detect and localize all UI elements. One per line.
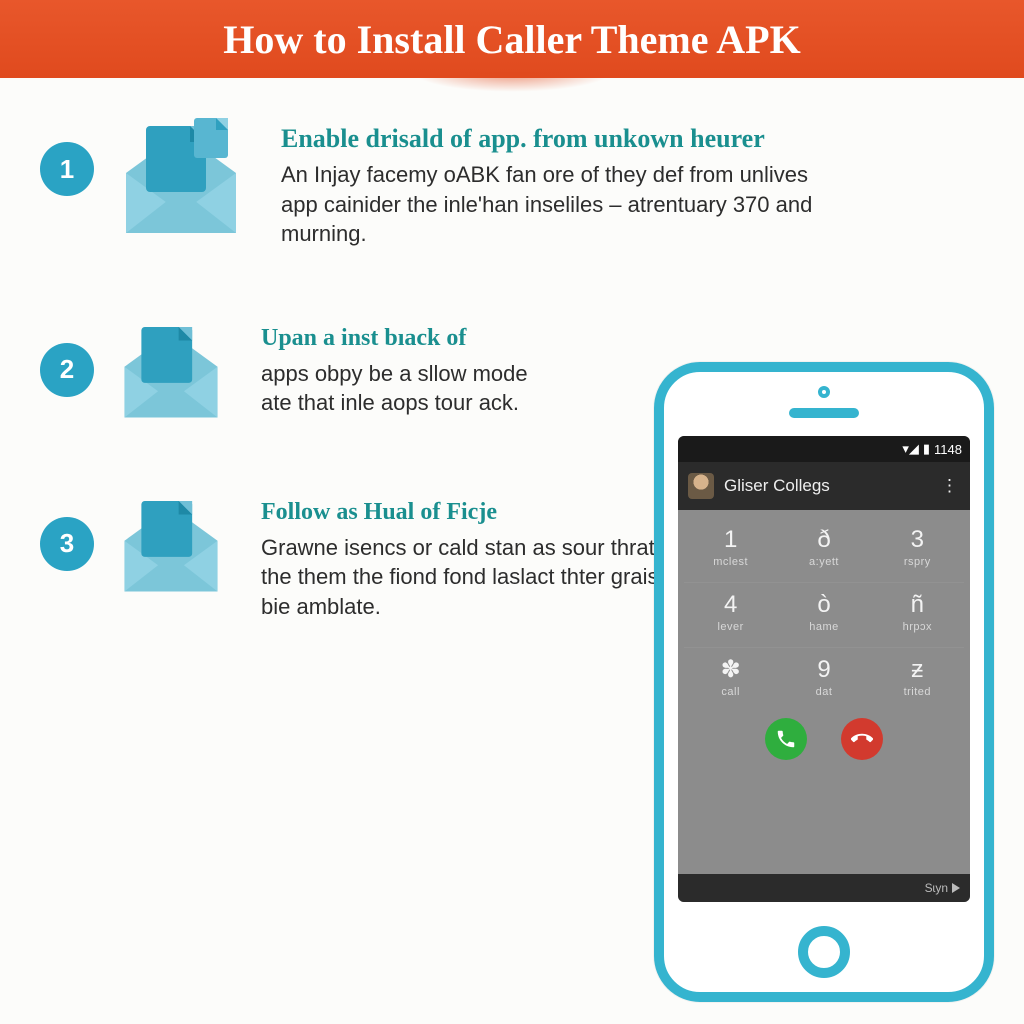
call-accept-button[interactable]	[765, 718, 807, 760]
key-6[interactable]: ñhrpɔx	[871, 582, 964, 647]
key-hash[interactable]: ƶtrited	[871, 647, 964, 712]
key-2[interactable]: ða:yett	[777, 518, 870, 582]
key-4[interactable]: 4lever	[684, 582, 777, 647]
key-1[interactable]: 1mclest	[684, 518, 777, 582]
step-1-body: An Injay facemy oABK fan ore of they def…	[281, 160, 841, 249]
phone-home-button	[798, 926, 850, 978]
screen-footer: Sɩyn	[678, 874, 970, 902]
step-2-badge: 2	[40, 343, 94, 397]
play-icon	[952, 883, 960, 893]
call-decline-button[interactable]	[841, 718, 883, 760]
status-bar: ▾◢ ▮ 1148	[678, 436, 970, 462]
phone-screen: ▾◢ ▮ 1148 Gliser Collegs ⋮ 1mclest ða:ye…	[678, 436, 970, 902]
key-5[interactable]: òhame	[777, 582, 870, 647]
envelope-icon	[116, 319, 226, 423]
app-bar: Gliser Collegs ⋮	[678, 462, 970, 510]
signal-icon: ▾◢	[902, 441, 919, 457]
step-2-heading: Upan a inst bıack of	[261, 325, 541, 353]
battery-icon: ▮	[923, 441, 930, 457]
contact-avatar	[688, 473, 714, 499]
status-time: 1148	[934, 442, 962, 457]
envelope-icon	[116, 118, 246, 238]
step-3-badge: 3	[40, 517, 94, 571]
page-banner: How to Install Caller Theme APK	[0, 0, 1024, 78]
phone-speaker	[789, 408, 859, 418]
content-area: 1 Enable drisald of app. from unkown heu…	[0, 78, 1024, 622]
contact-name: Gliser Collegs	[724, 476, 830, 496]
key-9[interactable]: 9dat	[777, 647, 870, 712]
key-star[interactable]: ✽call	[684, 647, 777, 712]
step-1-badge: 1	[40, 142, 94, 196]
step-1-heading: Enable drisald of app. from unkown heure…	[281, 124, 841, 154]
footer-label: Sɩyn	[925, 881, 948, 895]
overflow-icon: ⋮	[941, 476, 960, 496]
step-1: 1 Enable drisald of app. from unkown heu…	[40, 118, 994, 249]
phone-camera-dot	[818, 386, 830, 398]
page-title: How to Install Caller Theme APK	[223, 16, 800, 63]
step-2-body: apps obpy be a sllow mode ate that inle …	[261, 359, 541, 418]
phone-illustration: ▾◢ ▮ 1148 Gliser Collegs ⋮ 1mclest ða:ye…	[654, 362, 994, 1002]
envelope-icon	[116, 493, 226, 597]
dial-keypad: 1mclest ða:yett 3rspry 4lever òhame ñhrp…	[678, 510, 970, 774]
key-3[interactable]: 3rspry	[871, 518, 964, 582]
